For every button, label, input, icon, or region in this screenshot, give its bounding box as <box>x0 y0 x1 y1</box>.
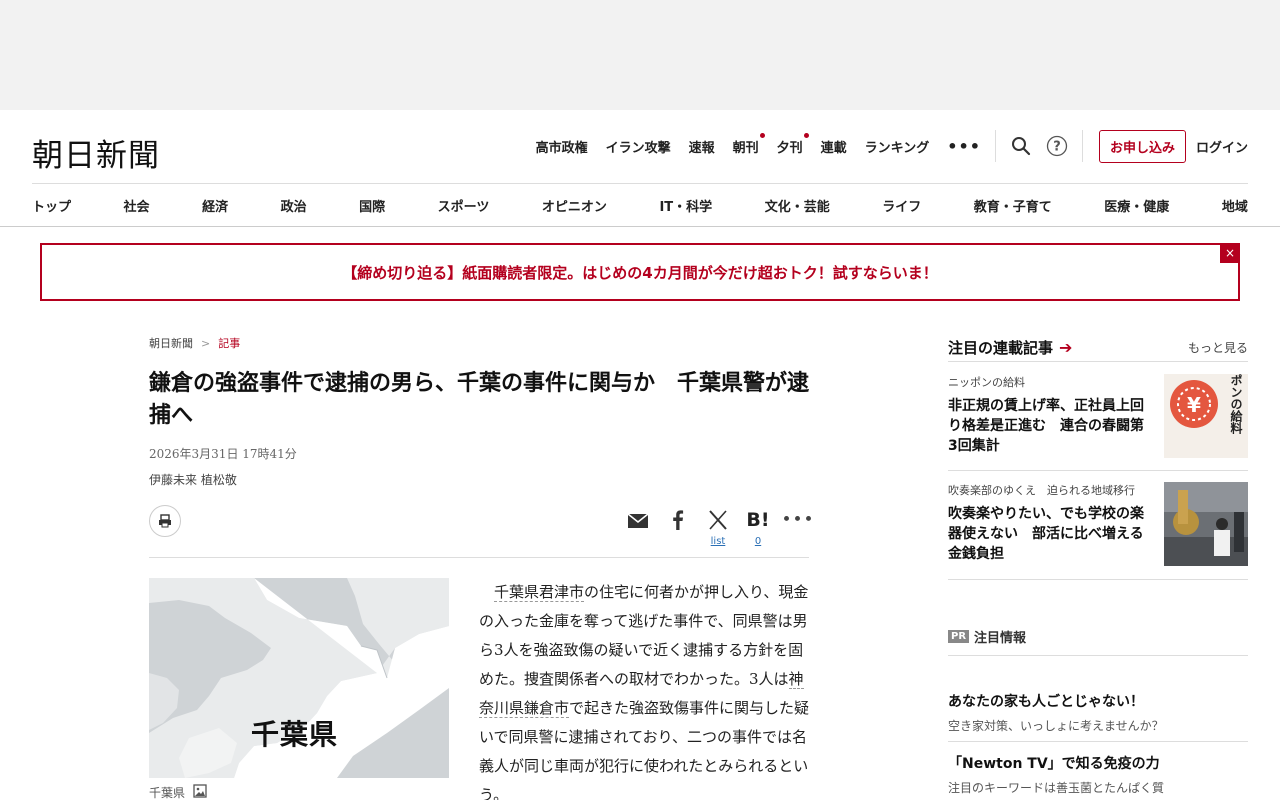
share-email[interactable] <box>618 508 658 532</box>
top-link-evening-edition[interactable]: 夕刊 <box>777 132 809 156</box>
arrow-right-icon: ➔ <box>1059 337 1073 357</box>
section-education[interactable]: 教育・子育て <box>974 196 1052 215</box>
section-society[interactable]: 社会 <box>124 196 150 215</box>
more-icon: ••• <box>781 510 815 530</box>
article-headline: 鎌倉の強盗事件で逮捕の男ら、千葉の事件に関与か 千葉県警が逮捕へ <box>149 371 810 428</box>
map-label: 千葉県 <box>251 718 339 751</box>
site-logo[interactable]: 朝日新聞 <box>32 130 160 175</box>
top-link-morning-edition[interactable]: 朝刊 <box>733 132 765 156</box>
featured-series-title[interactable]: 注目の連載記事 ➔ <box>948 337 1072 358</box>
search-icon[interactable] <box>1010 135 1032 157</box>
top-link-series[interactable]: 連載 <box>821 137 847 156</box>
breadcrumb-current[interactable]: 記事 <box>218 335 240 351</box>
section-economy[interactable]: 経済 <box>202 196 228 215</box>
hatena-bookmark-icon: B! <box>746 509 770 531</box>
new-dot <box>803 132 809 138</box>
divider <box>948 655 1248 656</box>
top-nav: 高市政権 イラン攻撃 速報 朝刊 夕刊 連載 ランキング ••• ? お申し込み… <box>518 129 1248 163</box>
thumb-text: ニッポンの給料 <box>1229 374 1243 435</box>
pr-item[interactable]: あなたの家も人ごとじゃない！ 空き家対策、いっしょに考えませんか？ <box>948 691 1248 734</box>
section-opinion[interactable]: オピニオン <box>542 196 607 215</box>
ad-space <box>0 0 1280 110</box>
hatena-count[interactable]: 0 <box>755 536 761 547</box>
help-icon[interactable]: ? <box>1046 135 1068 157</box>
section-nav: トップ 社会 経済 政治 国際 スポーツ オピニオン IT・科学 文化・芸能 ラ… <box>32 183 1248 226</box>
print-button[interactable] <box>149 505 181 537</box>
section-politics[interactable]: 政治 <box>281 196 307 215</box>
divider <box>948 741 1248 742</box>
share-x[interactable]: list <box>698 508 738 547</box>
divider <box>149 557 809 558</box>
promo-banner[interactable]: 【締め切り迫る】紙面購読者限定。はじめの4カ月間が今だけ超おトク！試すならいま！… <box>40 243 1240 301</box>
image-caption: 千葉県 <box>149 784 207 800</box>
svg-text:?: ? <box>1053 140 1061 155</box>
pr-title: あなたの家も人ごとじゃない！ <box>948 694 1144 710</box>
site-header: 朝日新聞 高市政権 イラン攻撃 速報 朝刊 夕刊 連載 ランキング ••• ? … <box>0 110 1280 227</box>
facebook-icon <box>673 510 684 530</box>
pr-title: 「Newton TV」で知る免疫の力 <box>948 756 1160 772</box>
series-card[interactable]: 吹奏楽部のゆくえ 迫られる地域移行 吹奏楽やりたい、でも学校の楽器使えない 部活… <box>948 482 1248 566</box>
divider <box>994 130 996 162</box>
close-icon[interactable]: × <box>1220 243 1240 263</box>
article-paragraph: 千葉県君津市の住宅に何者かが押し入り、現金の入った金庫を奪って逃げた事件で、同県… <box>479 583 810 800</box>
share-facebook[interactable] <box>658 508 698 532</box>
section-health[interactable]: 医療・健康 <box>1104 196 1169 215</box>
promo-banner-text: 【締め切り迫る】紙面購読者限定。はじめの4カ月間が今だけ超おトク！試すならいま！ <box>342 263 938 282</box>
login-link[interactable]: ログイン <box>1196 137 1248 156</box>
divider <box>948 361 1248 362</box>
section-life[interactable]: ライフ <box>882 196 921 215</box>
breadcrumb: 朝日新聞 > 記事 <box>149 335 240 351</box>
article-body: 千葉県君津市の住宅に何者かが押し入り、現金の入った金庫を奪って逃げた事件で、同県… <box>479 578 811 800</box>
pr-section-title: 注目情報 <box>974 631 1027 646</box>
more-menu-icon[interactable]: ••• <box>947 137 981 156</box>
article-map-image[interactable]: 千葉県 <box>149 578 449 778</box>
see-more-link[interactable]: もっと見る <box>1188 339 1248 356</box>
subscribe-button[interactable]: お申し込み <box>1098 129 1186 163</box>
caption-text: 千葉県 <box>149 786 186 800</box>
svg-text:¥: ¥ <box>1187 393 1201 417</box>
divider <box>948 579 1248 580</box>
x-count-link[interactable]: list <box>711 536 726 547</box>
pr-subtitle: 空き家対策、いっしょに考えませんか？ <box>948 719 1164 733</box>
section-it-science[interactable]: IT・科学 <box>659 196 712 215</box>
top-link-ranking[interactable]: ランキング <box>865 137 930 156</box>
divider <box>948 470 1248 471</box>
section-top[interactable]: トップ <box>32 196 71 215</box>
top-link-takaichi[interactable]: 高市政権 <box>536 137 588 156</box>
pr-section-header: PR 注目情報 <box>948 627 1026 646</box>
series-card[interactable]: ニッポンの給料 非正規の賃上げ率、正社員上回り格差是正進む 連合の春闘第3回集計… <box>948 374 1248 458</box>
top-link-iran[interactable]: イラン攻撃 <box>606 137 671 156</box>
series-title: 非正規の賃上げ率、正社員上回り格差是正進む 連合の春闘第3回集計 <box>948 398 1144 454</box>
series-thumbnail: ¥ ニッポンの給料 <box>1164 374 1248 458</box>
series-thumbnail <box>1164 482 1248 566</box>
featured-series-header: 注目の連載記事 ➔ もっと見る <box>948 333 1248 361</box>
keyword-link-kimitsu[interactable]: 千葉県君津市 <box>494 583 585 602</box>
chevron-right-icon: > <box>201 336 211 350</box>
printer-icon <box>159 514 171 528</box>
pr-subtitle: 注目のキーワードは善玉菌とたんぱく質 <box>948 781 1165 795</box>
pr-item[interactable]: 「Newton TV」で知る免疫の力 注目のキーワードは善玉菌とたんぱく質 <box>948 753 1248 796</box>
divider <box>1081 130 1083 162</box>
top-link-breaking[interactable]: 速報 <box>689 137 715 156</box>
article-byline: 伊藤未来 植松敬 <box>149 473 237 487</box>
share-more[interactable]: ••• <box>778 508 818 532</box>
section-sports[interactable]: スポーツ <box>438 196 490 215</box>
new-dot <box>759 132 765 138</box>
section-culture[interactable]: 文化・芸能 <box>765 196 830 215</box>
section-region[interactable]: 地域 <box>1222 196 1248 215</box>
mail-icon <box>627 513 649 528</box>
pr-badge: PR <box>948 630 970 643</box>
share-hatena[interactable]: B! 0 <box>738 508 778 547</box>
section-international[interactable]: 国際 <box>359 196 385 215</box>
article-date: 2026年3月31日 17時41分 <box>149 447 297 461</box>
share-bar: list B! 0 ••• <box>618 508 818 547</box>
x-icon <box>709 510 727 530</box>
image-icon[interactable] <box>193 784 207 800</box>
series-title: 吹奏楽やりたい、でも学校の楽器使えない 部活に比べ増える金銭負担 <box>948 506 1144 562</box>
breadcrumb-home[interactable]: 朝日新聞 <box>149 335 193 351</box>
